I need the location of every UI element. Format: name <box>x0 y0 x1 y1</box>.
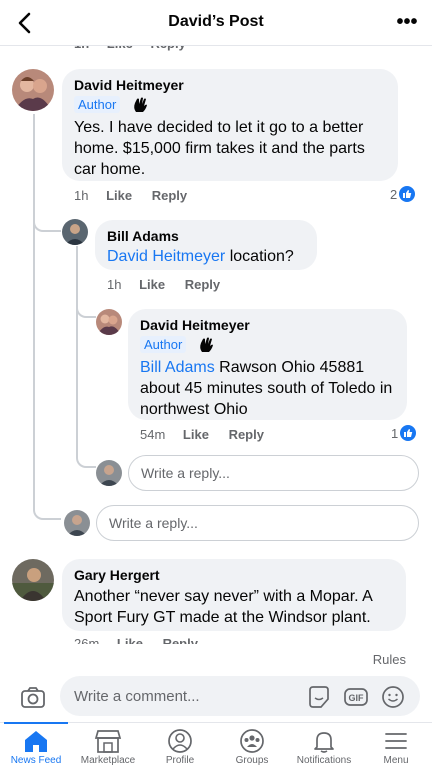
thread-connector <box>33 500 61 520</box>
thread-connector <box>76 300 96 318</box>
author-badge: Author <box>140 336 187 353</box>
tab-profile[interactable]: Profile <box>144 723 216 768</box>
more-options-icon[interactable]: ••• <box>394 12 420 34</box>
reply-input-thread[interactable]: Write a reply... <box>96 505 419 541</box>
avatar[interactable] <box>12 69 54 111</box>
post-header: David’s Post ••• <box>0 0 432 46</box>
comment-author[interactable]: Gary Hergert <box>74 567 394 583</box>
mention-link[interactable]: David Heitmeyer <box>107 248 225 265</box>
emoji-icon[interactable] <box>380 684 406 710</box>
wave-icon <box>199 337 213 352</box>
thread-line <box>76 246 78 456</box>
gif-icon[interactable]: GIF <box>343 684 369 710</box>
comment-author[interactable]: Bill Adams <box>107 228 305 244</box>
rules-link[interactable]: Rules <box>373 652 406 667</box>
comment-bubble[interactable]: David Heitmeyer Author Yes. I have decid… <box>62 69 398 181</box>
comment-bubble[interactable]: David Heitmeyer Author Bill Adams Rawson… <box>128 309 407 420</box>
profile-icon <box>168 729 192 753</box>
reply-button[interactable]: Reply <box>185 277 220 292</box>
thread-connector <box>76 452 96 468</box>
comment-text: Yes. I have decided to let it go to a be… <box>74 119 365 178</box>
reply-button[interactable]: Reply <box>229 427 264 442</box>
author-badge: Author <box>74 96 121 113</box>
comment-text: location? <box>225 248 294 265</box>
tab-news-feed[interactable]: News Feed <box>0 722 72 768</box>
thread-connector <box>33 214 61 232</box>
my-avatar <box>64 510 90 536</box>
like-button[interactable]: Like <box>183 427 209 442</box>
comment-actions: 54m Like Reply <box>140 427 264 442</box>
home-icon <box>25 731 47 752</box>
tab-notifications[interactable]: Notifications <box>288 723 360 768</box>
like-button[interactable]: Like <box>117 636 143 644</box>
wave-icon <box>133 97 147 112</box>
thread-line <box>33 114 35 506</box>
page-title: David’s Post <box>168 13 264 30</box>
shop-icon <box>94 730 122 753</box>
sticker-icon[interactable] <box>306 684 332 710</box>
svg-text:GIF: GIF <box>349 693 365 703</box>
comment-actions: 26m Like Reply <box>74 636 198 644</box>
comment-author[interactable]: David Heitmeyer <box>140 317 395 333</box>
comment-bubble[interactable]: Gary Hergert Another “never say never” w… <box>62 559 406 631</box>
like-button[interactable]: Like <box>139 277 165 292</box>
menu-icon <box>385 733 407 749</box>
tab-marketplace[interactable]: Marketplace <box>72 723 144 768</box>
like-button[interactable]: Like <box>106 188 132 203</box>
comment-text: Another “never say never” with a Mopar. … <box>74 588 372 626</box>
mention-link[interactable]: Bill Adams <box>140 359 215 376</box>
comment-actions: 1h Like Reply <box>107 277 221 292</box>
avatar[interactable] <box>12 559 54 601</box>
reply-button[interactable]: Reply <box>163 636 198 644</box>
tab-groups[interactable]: Groups <box>216 723 288 768</box>
comment-author[interactable]: David Heitmeyer <box>74 77 386 93</box>
groups-icon <box>240 729 264 753</box>
like-reaction-icon <box>399 186 416 202</box>
reply-input-nested[interactable]: Write a reply... <box>128 455 419 491</box>
avatar[interactable] <box>62 219 88 245</box>
reaction-count[interactable]: 2 <box>390 186 416 202</box>
my-avatar <box>96 460 122 486</box>
bell-icon <box>314 732 334 753</box>
tab-menu[interactable]: Menu <box>360 723 432 768</box>
like-reaction-icon <box>400 425 417 441</box>
comment-bubble[interactable]: Bill Adams David Heitmeyer location? <box>95 220 317 270</box>
reaction-count[interactable]: 1 <box>391 425 417 441</box>
comment-composer: Write a comment... GIF <box>0 672 432 722</box>
avatar[interactable] <box>96 309 122 335</box>
comment-actions: 1h Like Reply <box>74 188 188 203</box>
reply-button[interactable]: Reply <box>152 188 187 203</box>
comment-input[interactable]: Write a comment... GIF <box>60 676 420 716</box>
camera-icon[interactable] <box>20 685 46 709</box>
bottom-tab-bar: News Feed Marketplace Profile Groups Not… <box>0 722 432 768</box>
